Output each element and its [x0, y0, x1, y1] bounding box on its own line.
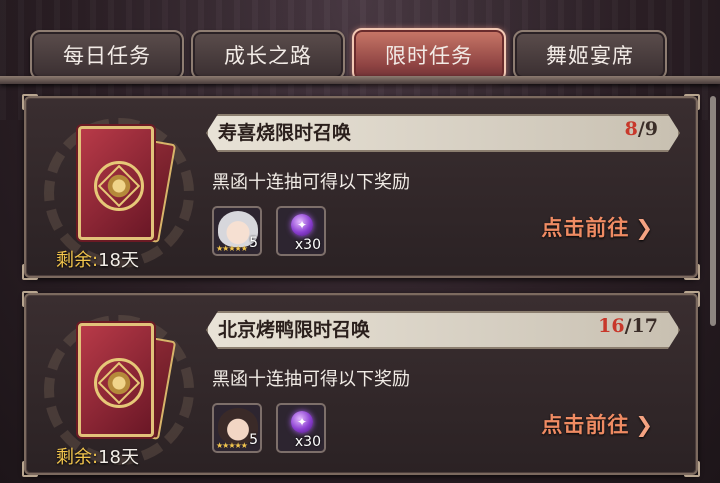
card-corner	[684, 461, 700, 477]
tab-underline	[0, 76, 720, 84]
book-emblem-icon	[94, 358, 144, 408]
task-title: 寿喜烧限时召唤	[218, 122, 352, 144]
card-corner	[684, 264, 700, 280]
task-progress: 16/17	[598, 315, 658, 337]
remaining-value: 18天	[98, 447, 139, 468]
task-title: 北京烤鸭限时召唤	[218, 319, 371, 341]
reward-hero-card[interactable]: ★★★★★ 5	[212, 403, 262, 453]
purple-orb-icon: ✦	[291, 214, 313, 236]
progress-total: /9	[637, 118, 658, 140]
card-corner	[22, 264, 38, 280]
goto-button[interactable]: 点击前往 ❯	[541, 409, 654, 439]
card-corner	[22, 291, 38, 307]
chevron-right-icon: ❯	[635, 413, 654, 437]
card-corner	[22, 461, 38, 477]
remaining-label: 剩余:	[56, 447, 99, 468]
card-corner	[684, 94, 700, 110]
progress-current: 16	[598, 315, 625, 337]
tab-dance-banquet[interactable]: 舞姬宴席	[513, 30, 667, 80]
chevron-right-icon: ❯	[635, 216, 654, 240]
remaining-time: 剩余:18天	[56, 246, 139, 272]
card-corner	[684, 291, 700, 307]
hero-level: 5	[249, 235, 258, 251]
reward-hero-card[interactable]: ★★★★★ 5	[212, 206, 262, 256]
goto-button[interactable]: 点击前往 ❯	[541, 212, 654, 242]
goto-label: 点击前往	[541, 413, 630, 437]
tab-daily-tasks[interactable]: 每日任务	[30, 30, 184, 80]
reward-item-orb[interactable]: ✦ x30	[276, 206, 326, 256]
summon-book-front	[78, 323, 154, 437]
task-description: 黑函十连抽可得以下奖励	[212, 369, 410, 390]
card-corner	[22, 94, 38, 110]
purple-orb-icon: ✦	[291, 411, 313, 433]
scrollbar[interactable]	[710, 96, 716, 326]
remaining-value: 18天	[98, 250, 139, 271]
summon-book-front	[78, 126, 154, 240]
goto-label: 点击前往	[541, 216, 630, 240]
summon-book-icon	[66, 317, 196, 447]
tab-growth-path[interactable]: 成长之路	[191, 30, 345, 80]
summon-book-icon	[66, 120, 196, 250]
task-card: 剩余:18天 北京烤鸭限时召唤 16/17 黑函十连抽可得以下奖励 ★★★★★ …	[22, 291, 700, 477]
reward-quantity: x30	[294, 434, 321, 450]
star-rating-icon: ★★★★★	[216, 244, 248, 253]
hero-level: 5	[249, 432, 258, 448]
task-description: 黑函十连抽可得以下奖励	[212, 172, 410, 193]
reward-item-orb[interactable]: ✦ x30	[276, 403, 326, 453]
task-card: 剩余:18天 寿喜烧限时召唤 8/9 黑函十连抽可得以下奖励 ★★★★★ 5 ✦…	[22, 94, 700, 280]
tab-limited-tasks[interactable]: 限时任务	[352, 28, 506, 82]
progress-total: /17	[624, 315, 658, 337]
reward-quantity: x30	[294, 237, 321, 253]
progress-current: 8	[624, 118, 638, 140]
book-emblem-icon	[94, 161, 144, 211]
task-progress: 8/9	[625, 118, 658, 140]
star-rating-icon: ★★★★★	[216, 441, 248, 450]
remaining-label: 剩余:	[56, 250, 99, 271]
remaining-time: 剩余:18天	[56, 443, 139, 469]
